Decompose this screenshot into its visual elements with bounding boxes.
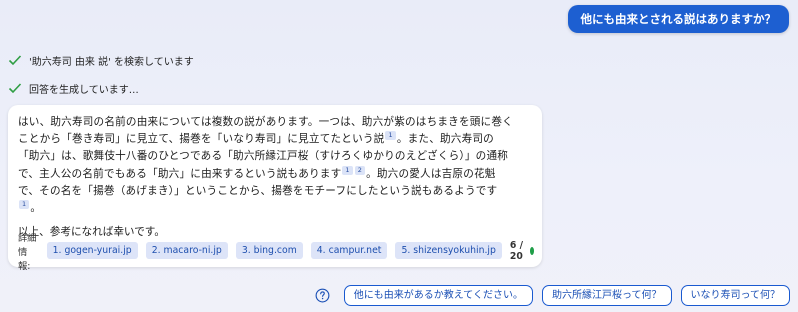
status-searching: '助六寿司 由来 説' を検索しています	[8, 52, 194, 68]
answer-text-span: で、主人公の名前でもある「助六」に由来するという説もあります	[18, 167, 342, 180]
answer-text-span: 「助六」は、歌舞伎十八番のひとつである「助六所縁江戸桜（すけろくゆかりのえどざく…	[18, 150, 509, 163]
status-dot-icon	[529, 246, 534, 255]
reference-link[interactable]: 5. shizensyokuhin.jp	[395, 242, 502, 259]
answer-text-span: はい、助六寿司の名前の由来については複数の説があります。一つは、助六が紫のはちま…	[18, 116, 513, 128]
status-text: '助六寿司 由来 説' を検索しています	[29, 56, 194, 68]
question-circle-icon[interactable]	[315, 288, 330, 303]
reference-link[interactable]: 2. macaro-ni.jp	[145, 242, 228, 259]
answer-text: はい、助六寿司の名前の由来については複数の説があります。一つは、助六が紫のはちま…	[18, 114, 533, 217]
suggestion-button[interactable]: いなり寿司って何？	[680, 285, 790, 306]
suggestion-button[interactable]: 助六所縁江戸桜って何？	[542, 285, 672, 306]
citation-1[interactable]: 1	[19, 200, 30, 210]
checkmark-icon	[8, 83, 22, 94]
status-generating: 回答を生成しています…	[8, 80, 139, 96]
answer-footer: 詳細情報: 1. gogen-yurai.jp 2. macaro-ni.jp …	[18, 233, 534, 272]
answer-text-span: 。助六の愛人は吉原の花魁	[366, 167, 496, 180]
suggestion-button[interactable]: 他にも由来があるか教えてください。	[343, 285, 533, 306]
answer-line: はい、助六寿司の名前の由来については複数の説があります。一つは、助六が紫のはちま…	[18, 114, 533, 131]
reference-link[interactable]: 4. campur.net	[310, 242, 388, 259]
status-text: 回答を生成しています…	[29, 84, 139, 96]
suggestion-row: 他にも由来があるか教えてください。 助六所縁江戸桜って何？ いなり寿司って何？	[315, 285, 790, 306]
citation-2[interactable]: 2	[354, 165, 366, 175]
answer-text-span: で、その名を「揚巻（あげまき）」ということから、揚巻をモチーフにしたという説もあ…	[18, 184, 498, 197]
reference-link[interactable]: 3. bing.com	[235, 242, 303, 259]
answer-line: ことから「巻き寿司」に見立て、揚巻を「いなり寿司」に見立てたという説 1 。また、助…	[18, 131, 533, 148]
citation-1[interactable]: 1	[385, 131, 396, 141]
checkmark-icon	[8, 55, 22, 66]
citation-1[interactable]: 1	[342, 165, 353, 175]
answer-text-span: ことから「巻き寿司」に見立て、揚巻を「いなり寿司」に見立てたという説	[18, 133, 385, 146]
answer-line: で、主人公の名前でもある「助六」に由来するという説もあります 1 2 。助六の愛人は吉…	[18, 165, 533, 183]
answer-line: で、その名を「揚巻（あげまき）」ということから、揚巻をモチーフにしたという説もあ…	[18, 183, 533, 200]
answer-text-span: 。また、助六寿司の	[396, 133, 494, 146]
answer-closing: 以上、参考になれば幸いです。	[18, 226, 165, 239]
user-message-bubble: 他にも由来とされる説はありますか？	[567, 5, 789, 33]
reference-link[interactable]: 1. gogen-yurai.jp	[46, 242, 138, 259]
answer-text-span: 。	[30, 202, 42, 215]
answer-card: はい、助六寿司の名前の由来については複数の説があります。一つは、助六が紫のはちま…	[8, 105, 542, 272]
answer-line: 1。	[18, 200, 533, 217]
response-count: 6 / 20	[509, 239, 524, 262]
answer-line: 「助六」は、歌舞伎十八番のひとつである「助六所縁江戸桜（すけろくゆかりのえどざく…	[18, 148, 533, 165]
references-label: 詳細情報:	[18, 232, 37, 272]
